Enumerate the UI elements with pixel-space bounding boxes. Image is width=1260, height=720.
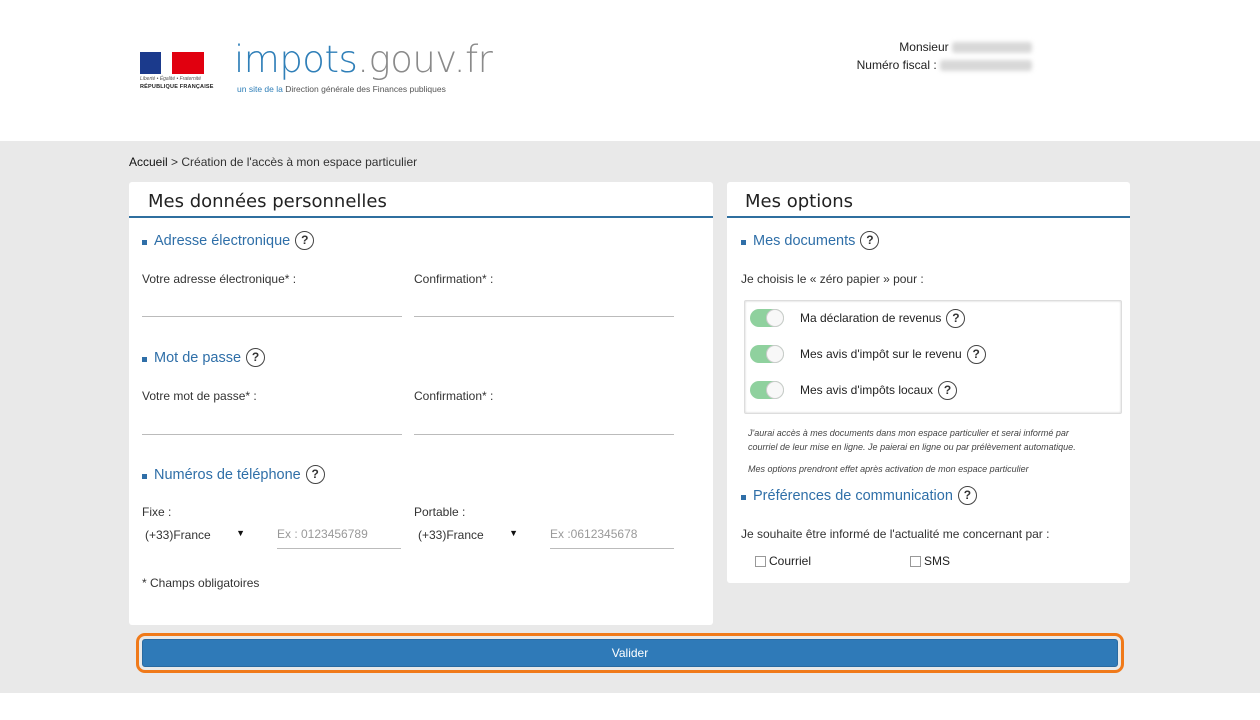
help-icon[interactable]: ?	[295, 231, 315, 250]
bullet-square-icon	[142, 357, 147, 362]
fixed-country-value: (+33)France	[145, 528, 211, 542]
mobile-country-select[interactable]: (+33)France ▼	[418, 528, 518, 542]
toggle-row-declaration: Ma déclaration de revenus?	[750, 308, 966, 328]
options-title: Mes options	[745, 191, 853, 212]
options-effect-note: Mes options prendront effet après activa…	[748, 464, 1029, 474]
mobile-phone-underline	[550, 548, 674, 549]
help-icon[interactable]: ?	[860, 231, 880, 250]
site-header: Liberté • Égalité • Fraternité RÉPUBLIQU…	[0, 0, 1260, 141]
toggle-row-income-tax: Mes avis d'impôt sur le revenu?	[750, 344, 986, 364]
zero-paper-note-line2: courriel de leur mise en ligne. Je paier…	[748, 442, 1076, 452]
mobile-phone-input[interactable]: Ex :0612345678	[550, 527, 637, 541]
help-icon[interactable]: ?	[305, 465, 325, 484]
communication-section-heading: Préférences de communication?	[741, 486, 977, 505]
bullet-square-icon	[142, 240, 147, 245]
password-label: Votre mot de passe* :	[142, 389, 257, 403]
required-fields-note: * Champs obligatoires	[142, 576, 260, 590]
help-icon[interactable]: ?	[938, 380, 958, 400]
help-icon[interactable]: ?	[246, 348, 266, 367]
local-tax-notice-toggle[interactable]	[750, 381, 784, 399]
republic-text: RÉPUBLIQUE FRANÇAISE	[140, 84, 214, 90]
options-panel: Mes options Mes documents? Je choisis le…	[727, 182, 1130, 583]
fiscal-number-label: Numéro fiscal :	[856, 58, 937, 72]
sms-checkbox-label: SMS	[924, 554, 951, 568]
breadcrumb-home-link[interactable]: Accueil	[129, 155, 168, 169]
zero-paper-options: Ma déclaration de revenus? Mes avis d'im…	[744, 300, 1122, 414]
caret-down-icon: ▼	[236, 528, 245, 538]
validate-button[interactable]: Valider	[142, 639, 1118, 667]
bullet-square-icon	[142, 474, 147, 479]
fixed-phone-underline	[277, 548, 401, 549]
breadcrumb: Accueil > Création de l'accès à mon espa…	[129, 155, 417, 169]
tagline: un site de la Direction générale des Fin…	[237, 84, 446, 94]
phone-section-heading: Numéros de téléphone?	[142, 465, 325, 484]
email-field[interactable]	[142, 316, 402, 317]
password-section-label: Mot de passe	[154, 349, 242, 366]
email-checkbox[interactable]	[755, 555, 766, 567]
zero-paper-intro: Je choisis le « zéro papier » pour :	[741, 272, 924, 286]
fixed-phone-input[interactable]: Ex : 0123456789	[277, 527, 368, 541]
brand-main: impots	[234, 38, 358, 81]
password-field[interactable]	[142, 434, 402, 435]
phone-section-label: Numéros de téléphone	[154, 466, 301, 483]
bullet-square-icon	[741, 495, 746, 500]
flag-icon	[140, 52, 204, 74]
caret-down-icon: ▼	[509, 528, 518, 538]
email-checkbox-row[interactable]: Courriel	[755, 554, 811, 568]
help-icon[interactable]: ?	[957, 486, 977, 505]
validate-highlight: Valider	[136, 633, 1124, 673]
republique-francaise-logo: Liberté • Égalité • Fraternité RÉPUBLIQU…	[140, 52, 213, 92]
password-confirm-field[interactable]	[414, 434, 674, 435]
motto-text: Liberté • Égalité • Fraternité	[140, 76, 202, 82]
fiscal-number-redacted	[940, 60, 1032, 72]
sms-checkbox[interactable]	[910, 555, 921, 567]
help-icon[interactable]: ?	[946, 308, 966, 328]
password-confirm-label: Confirmation* :	[414, 389, 494, 403]
user-civility: Monsieur	[899, 40, 949, 54]
mobile-phone-label: Portable :	[414, 505, 466, 519]
user-info: Monsieur Numéro fiscal :	[857, 38, 1032, 74]
mobile-country-value: (+33)France	[418, 528, 484, 542]
options-title-bar: Mes options	[727, 182, 1130, 218]
personal-data-title: Mes données personnelles	[148, 191, 387, 212]
email-confirm-field[interactable]	[414, 316, 674, 317]
email-section-label: Adresse électronique	[154, 232, 291, 249]
email-confirm-label: Confirmation* :	[414, 272, 494, 286]
declaration-toggle-label: Ma déclaration de revenus	[800, 311, 942, 325]
declaration-toggle[interactable]	[750, 309, 784, 327]
breadcrumb-separator: >	[171, 155, 179, 169]
password-section-heading: Mot de passe?	[142, 348, 266, 367]
sms-checkbox-row[interactable]: SMS	[910, 554, 950, 568]
zero-paper-note-line1: J'aurai accès à mes documents dans mon e…	[748, 428, 1069, 438]
main-area: Accueil > Création de l'accès à mon espa…	[0, 141, 1260, 693]
email-section-heading: Adresse électronique?	[142, 231, 315, 250]
documents-section-heading: Mes documents?	[741, 231, 880, 250]
help-icon[interactable]: ?	[966, 344, 986, 364]
fixed-phone-label: Fixe :	[142, 505, 172, 519]
fixed-country-select[interactable]: (+33)France ▼	[145, 528, 245, 542]
breadcrumb-current: Création de l'accès à mon espace particu…	[181, 155, 418, 169]
email-label: Votre adresse électronique* :	[142, 272, 297, 286]
bullet-square-icon	[741, 240, 746, 245]
income-tax-toggle-label: Mes avis d'impôt sur le revenu	[800, 347, 962, 361]
impots-logo[interactable]: impots.gouv.fr	[234, 38, 493, 81]
brand-sub: .gouv.fr	[357, 38, 493, 81]
local-tax-toggle-label: Mes avis d'impôts locaux	[800, 383, 934, 397]
personal-data-title-bar: Mes données personnelles	[129, 182, 713, 218]
income-tax-notice-toggle[interactable]	[750, 345, 784, 363]
footer-band	[0, 693, 1260, 720]
tagline-main: Direction générale des Finances publique…	[285, 84, 446, 94]
personal-data-panel: Mes données personnelles Adresse électro…	[129, 182, 713, 625]
toggle-row-local-tax: Mes avis d'impôts locaux?	[750, 380, 958, 400]
tagline-pre: un site de la	[237, 84, 286, 94]
communication-section-label: Préférences de communication	[753, 487, 953, 504]
documents-section-label: Mes documents	[753, 232, 856, 249]
communication-intro: Je souhaite être informé de l'actualité …	[741, 527, 1050, 541]
user-name-redacted	[952, 42, 1032, 54]
email-checkbox-label: Courriel	[769, 554, 812, 568]
zero-paper-note: J'aurai accès à mes documents dans mon e…	[748, 426, 1118, 454]
